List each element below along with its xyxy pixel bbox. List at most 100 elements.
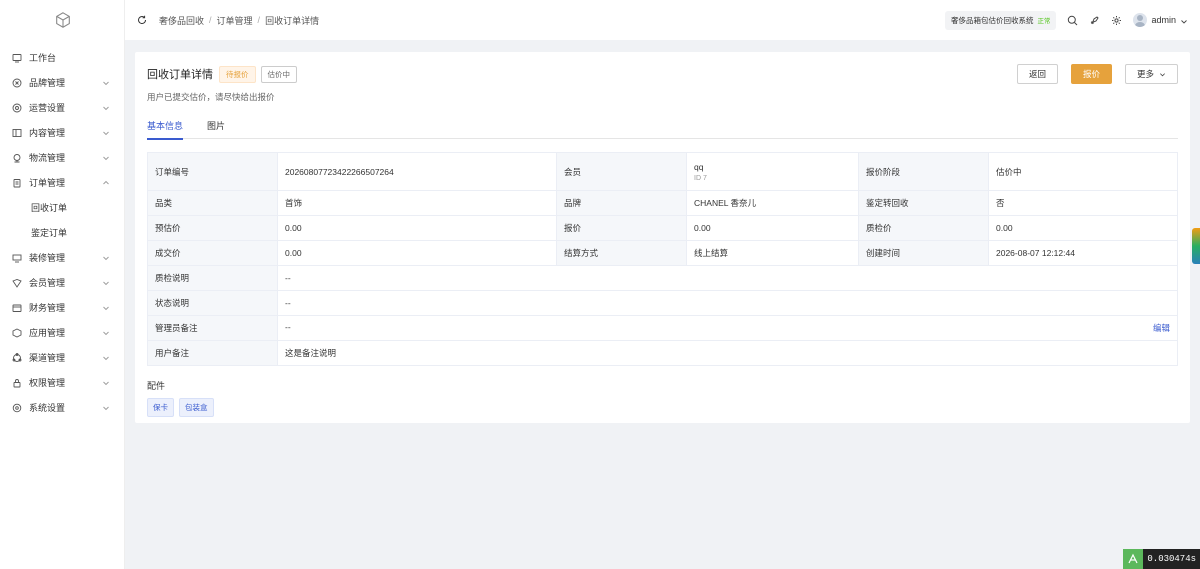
sidebar-menu: 工作台 品牌管理 运营设置 内容管理 物流管理 订单管理 回收订单 鉴定订单 装… — [0, 40, 124, 420]
accessory-tag: 保卡 — [147, 398, 174, 417]
chevron-down-icon — [102, 329, 110, 337]
more-button-label: 更多 — [1136, 69, 1154, 79]
timer-value: 0.030474s — [1147, 554, 1196, 564]
decoration-icon — [12, 253, 22, 263]
edit-admin-note-link[interactable]: 编辑 — [1153, 322, 1170, 334]
logistics-icon — [12, 153, 22, 163]
app-icon — [12, 327, 22, 338]
sidebar-item-label: 内容管理 — [29, 128, 66, 138]
sidebar-item-brand[interactable]: 品牌管理 — [0, 70, 124, 95]
sidebar-item-label: 订单管理 — [29, 178, 66, 188]
table-row: 质检说明 -- — [147, 265, 1178, 291]
chevron-down-icon — [102, 404, 110, 412]
sidebar-item-operation[interactable]: 运营设置 — [0, 95, 124, 120]
detail-table: 订单编号 2026080772342226650726​4 会员 qq ID 7… — [147, 152, 1178, 366]
sidebar-subitem-appraise-order[interactable]: 鉴定订单 — [0, 220, 124, 245]
sidebar-item-permission[interactable]: 权限管理 — [0, 370, 124, 395]
qc-note-value: -- — [277, 265, 1178, 291]
table-row: 管理员备注 -- 编辑 — [147, 315, 1178, 341]
table-row: 成交价 0.00 结算方式 线上结算 创建时间 2026-08-07 12:12… — [147, 240, 1178, 266]
avatar — [1133, 13, 1148, 27]
table-row: 用户备注 这是备注说明 — [147, 340, 1178, 366]
deal-price-value: 0.00 — [277, 240, 557, 266]
page-actions: 返回 报价 更多 — [1016, 64, 1178, 84]
cube-logo-icon — [56, 12, 70, 28]
qc-note-label: 质检说明 — [147, 265, 278, 291]
quote-button[interactable]: 报价 — [1070, 64, 1112, 84]
deal-price-label: 成交价 — [147, 240, 278, 266]
breadcrumb-item: 回收订单详情 — [265, 15, 320, 26]
accessories-title: 配件 — [147, 381, 166, 391]
top-header: 奢侈品回收 / 订单管理 / 回收订单详情 奢侈品箱包估价回收系统 正常 adm… — [125, 0, 1200, 40]
sidebar-item-logistics[interactable]: 物流管理 — [0, 145, 124, 170]
brand-icon — [12, 78, 22, 88]
sidebar-item-dashboard[interactable]: 工作台 — [0, 45, 124, 70]
search-icon[interactable] — [1067, 15, 1078, 26]
logo[interactable] — [0, 0, 124, 40]
table-row: 订单编号 2026080772342226650726​4 会员 qq ID 7… — [147, 152, 1178, 191]
chevron-down-icon — [1180, 16, 1188, 24]
breadcrumb-item[interactable]: 订单管理 — [217, 14, 253, 27]
user-menu[interactable]: admin — [1133, 13, 1188, 27]
sidebar-item-settings[interactable]: 系统设置 — [0, 395, 124, 420]
gear-icon[interactable] — [1111, 15, 1122, 26]
channel-icon — [12, 352, 22, 363]
tab-basic-info[interactable]: 基本信息 — [147, 119, 184, 140]
admin-note-value: -- — [285, 322, 291, 332]
more-button[interactable]: 更多 — [1124, 64, 1178, 84]
sidebar-item-label: 渠道管理 — [29, 353, 66, 363]
sidebar-item-label: 装修管理 — [29, 253, 66, 263]
refresh-icon[interactable] — [137, 15, 147, 25]
table-row: 品类 首饰 品牌 CHANEL 香奈儿 鉴定转回收 否 — [147, 190, 1178, 216]
status-note-value: -- — [277, 290, 1178, 316]
chevron-down-icon — [102, 79, 110, 87]
system-name: 奢侈品箱包估价回收系统 — [950, 15, 1034, 25]
user-note-value: 这是备注说明 — [277, 340, 1178, 366]
tab-images[interactable]: 图片 — [207, 119, 225, 139]
member-label: 会员 — [556, 152, 687, 191]
header-actions: 奢侈品箱包估价回收系统 正常 admin — [944, 10, 1188, 30]
accessory-tag: 包装盒 — [179, 398, 214, 417]
sidebar-item-content[interactable]: 内容管理 — [0, 120, 124, 145]
quote-value: 0.00 — [686, 215, 859, 241]
chevron-down-icon — [102, 354, 110, 362]
operation-icon — [12, 103, 22, 113]
sidebar-item-label: 系统设置 — [29, 403, 66, 413]
stage-badge: 估价中 — [260, 65, 297, 83]
order-detail-card: 回收订单详情 待报价 估价中 用户已提交估价，请尽快给出报价 返回 报价 更多 … — [135, 52, 1190, 423]
settle-value: 线上结算 — [686, 240, 859, 266]
brand-value: CHANEL 香奈儿 — [686, 190, 859, 216]
sidebar-subitem-recycle-order[interactable]: 回收订单 — [0, 195, 124, 220]
skin-icon[interactable] — [1089, 15, 1100, 26]
sidebar-item-label: 权限管理 — [29, 378, 66, 388]
back-button[interactable]: 返回 — [1016, 64, 1058, 84]
sidebar-item-label: 应用管理 — [29, 328, 66, 338]
est-price-label: 预估价 — [147, 215, 278, 241]
chevron-down-icon — [102, 104, 110, 112]
breadcrumb-item[interactable]: 奢侈品回收 — [159, 14, 204, 27]
page-subtitle: 用户已提交估价，请尽快给出报价 — [147, 92, 275, 102]
chevron-down-icon — [102, 129, 110, 137]
sidebar-item-label: 品牌管理 — [29, 78, 66, 88]
sidebar-item-finance[interactable]: 财务管理 — [0, 295, 124, 320]
content-icon — [12, 128, 22, 138]
sidebar-item-order[interactable]: 订单管理 — [0, 170, 124, 195]
admin-note-cell: -- 编辑 — [277, 315, 1178, 341]
table-row: 状态说明 -- — [147, 290, 1178, 316]
system-badge: 奢侈品箱包估价回收系统 正常 — [944, 10, 1057, 30]
status-badge: 待报价 — [219, 65, 256, 83]
order-no-label: 订单编号 — [147, 152, 278, 191]
sidebar-item-app[interactable]: 应用管理 — [0, 320, 124, 345]
sidebar-item-channel[interactable]: 渠道管理 — [0, 345, 124, 370]
side-drawer-handle[interactable] — [1192, 228, 1200, 264]
sidebar-item-label: 运营设置 — [29, 103, 66, 113]
settle-label: 结算方式 — [556, 240, 687, 266]
chevron-down-icon — [102, 254, 110, 262]
appraise-value: 否 — [988, 190, 1178, 216]
username: admin — [1151, 15, 1176, 25]
chevron-down-icon — [102, 279, 110, 287]
sidebar-item-decoration[interactable]: 装修管理 — [0, 245, 124, 270]
brand-label: 品牌 — [556, 190, 687, 216]
order-icon — [12, 178, 22, 188]
sidebar-item-member[interactable]: 会员管理 — [0, 270, 124, 295]
